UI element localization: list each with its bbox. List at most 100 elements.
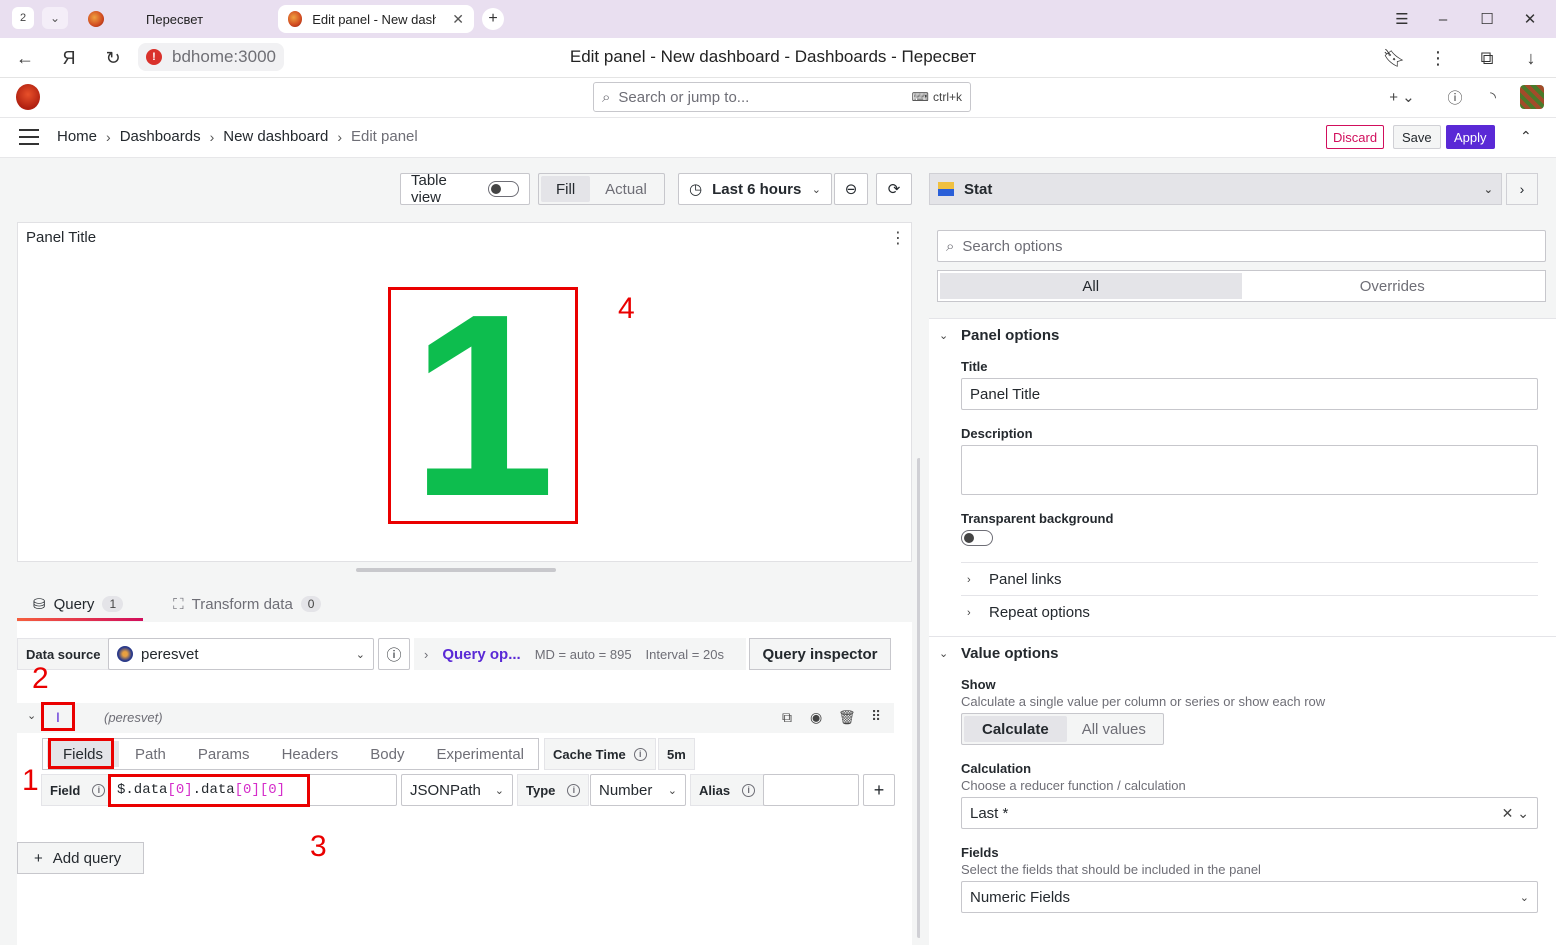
max-datapoints: MD = auto = 895 xyxy=(534,646,632,662)
discard-button[interactable]: Discard xyxy=(1326,125,1385,149)
browser-tab-active[interactable]: Edit panel - New dashb ✕ xyxy=(278,5,474,33)
add-new-button[interactable]: + ⌄ xyxy=(1387,87,1417,107)
close-icon[interactable]: ✕ xyxy=(452,11,464,28)
page-title: Edit panel - New dashboard - Dashboards … xyxy=(569,47,977,66)
parser-select[interactable]: JSONPath ⌄ xyxy=(401,774,513,806)
transparent-background-toggle[interactable] xyxy=(961,530,993,546)
datasource-picker[interactable]: peresvet ⌄ xyxy=(108,638,374,670)
duplicate-icon[interactable]: ⧉ xyxy=(782,709,792,726)
back-arrow-icon[interactable]: ← xyxy=(13,46,37,70)
datasource-help-button[interactable]: ⓘ xyxy=(378,638,410,670)
url-text: bdhome:3000 xyxy=(172,47,276,66)
tab-headers[interactable]: Headers xyxy=(266,741,355,767)
add-field-button[interactable]: + xyxy=(863,774,895,806)
toggle-switch[interactable] xyxy=(488,181,519,197)
search-input[interactable]: ⌕ Search or jump to... ⌨ ctrl+k xyxy=(593,82,971,112)
reload-icon[interactable]: ↻ xyxy=(101,46,125,70)
new-tab-button[interactable]: + xyxy=(482,8,504,30)
show-calculate-option[interactable]: Calculate xyxy=(964,716,1067,742)
value-options-header[interactable]: ⌄ Value options xyxy=(939,645,1059,662)
tab-body[interactable]: Body xyxy=(354,741,420,767)
url-field[interactable]: ! bdhome:3000 xyxy=(138,43,284,71)
visualization-picker[interactable]: Stat ⌄ xyxy=(929,173,1502,205)
yandex-icon[interactable]: Я xyxy=(57,46,81,70)
info-icon: i xyxy=(92,783,106,797)
more-vert-icon[interactable]: ⋮ xyxy=(1426,46,1450,70)
options-search-placeholder: Search options xyxy=(962,237,1063,255)
apply-button[interactable]: Apply xyxy=(1446,125,1495,149)
tab-overrides[interactable]: Overrides xyxy=(1242,273,1544,299)
maximize-icon[interactable]: ☐ xyxy=(1477,9,1497,29)
fields-highlight xyxy=(48,738,114,769)
breadcrumb-home[interactable]: Home xyxy=(57,128,97,145)
tab-all[interactable]: All xyxy=(940,273,1242,299)
table-view-toggle[interactable]: Table view xyxy=(400,172,530,206)
help-icon[interactable]: ⓘ xyxy=(1446,87,1464,107)
menu-icon[interactable] xyxy=(19,129,39,145)
more-vert-icon[interactable]: ⋮ xyxy=(890,228,906,248)
zoom-out-button[interactable]: ⊖ xyxy=(834,173,868,205)
rss-news-icon[interactable]: ◝ xyxy=(1484,87,1502,107)
extensions-icon[interactable]: ⧉ xyxy=(1475,46,1499,70)
tab-params[interactable]: Params xyxy=(182,741,266,767)
alias-input[interactable] xyxy=(763,774,859,806)
drag-handle-icon[interactable]: ⠿ xyxy=(871,708,881,725)
menu-icon[interactable]: ☰ xyxy=(1392,9,1412,29)
tab-count-button[interactable]: 2 xyxy=(12,7,34,29)
time-range-picker[interactable]: ◷ Last 6 hours ⌄ xyxy=(678,173,832,205)
title-input[interactable]: Panel Title xyxy=(961,378,1538,410)
tab-experimental[interactable]: Experimental xyxy=(420,741,540,767)
trash-icon[interactable]: 🗑︎ xyxy=(838,709,856,726)
cache-time-value[interactable]: 5m xyxy=(658,738,695,770)
peresvet-logo[interactable] xyxy=(16,84,40,110)
calculation-select[interactable]: Last * ✕ ⌄ xyxy=(961,797,1538,829)
stat-viz-icon xyxy=(938,182,954,196)
download-icon[interactable]: ↓ xyxy=(1519,46,1543,70)
shortcut-text: ctrl+k xyxy=(932,90,962,104)
minimize-icon[interactable]: – xyxy=(1433,9,1453,29)
panel-links-header[interactable]: › Panel links xyxy=(967,571,1062,588)
fields-select[interactable]: Numeric Fields ⌄ xyxy=(961,881,1538,913)
chevron-right-icon[interactable]: › xyxy=(1506,173,1538,205)
breadcrumb-dashboards[interactable]: Dashboards xyxy=(120,128,201,145)
options-search-input[interactable]: ⌕ Search options xyxy=(937,230,1546,262)
actual-option[interactable]: Actual xyxy=(590,176,662,202)
avatar[interactable] xyxy=(1520,85,1544,109)
chevron-down-icon: ⌄ xyxy=(939,648,949,660)
fill-actual-switch[interactable]: Fill Actual xyxy=(538,173,665,205)
show-all-values-option[interactable]: All values xyxy=(1067,716,1161,742)
query-options-link[interactable]: Query op... xyxy=(442,646,520,663)
add-query-button[interactable]: + Add query xyxy=(17,842,144,874)
eye-icon[interactable]: ◉ xyxy=(810,709,822,726)
query-options-bar[interactable]: › Query op... MD = auto = 895 Interval =… xyxy=(414,638,746,670)
repeat-options-header[interactable]: › Repeat options xyxy=(967,604,1090,621)
show-mode-switch[interactable]: Calculate All values xyxy=(961,713,1164,745)
close-window-icon[interactable]: ✕ xyxy=(1520,9,1540,29)
chevron-up-icon[interactable]: ⌃ xyxy=(1520,128,1532,145)
chevron-down-icon: ⌄ xyxy=(355,648,365,661)
refresh-button[interactable]: ⟳ xyxy=(876,173,912,205)
tab-path[interactable]: Path xyxy=(119,741,182,767)
annotation-4: 4 xyxy=(618,292,635,325)
field-label-text: Field xyxy=(50,782,81,798)
save-button[interactable]: Save xyxy=(1393,125,1441,149)
panel-options-header[interactable]: ⌄ Panel options xyxy=(939,327,1059,344)
description-textarea[interactable] xyxy=(961,445,1538,495)
pane-splitter[interactable] xyxy=(356,568,556,572)
breadcrumb-new-dashboard[interactable]: New dashboard xyxy=(223,128,328,145)
type-select[interactable]: Number ⌄ xyxy=(590,774,686,806)
tab-query-label: Query xyxy=(53,595,95,613)
active-tab-indicator xyxy=(17,618,143,621)
browser-tab[interactable]: Пересвет xyxy=(78,5,272,33)
chevron-down-icon[interactable]: ⌄ xyxy=(27,709,36,722)
panel-links-label: Panel links xyxy=(989,571,1062,588)
fill-option[interactable]: Fill xyxy=(541,176,591,202)
chevron-down-icon[interactable]: ⌄ xyxy=(42,7,68,29)
query-ref-id[interactable]: I xyxy=(41,702,75,731)
tab-query[interactable]: ⛁ Query 1 xyxy=(17,587,139,621)
show-description: Calculate a single value per column or s… xyxy=(961,694,1326,709)
bookmark-icon[interactable]: 🔖︎ xyxy=(1382,46,1406,70)
clear-icon[interactable]: ✕ ⌄ xyxy=(1502,805,1529,822)
query-inspector-button[interactable]: Query inspector xyxy=(749,638,891,670)
tab-transform[interactable]: ⛶ Transform data 0 xyxy=(157,587,337,621)
